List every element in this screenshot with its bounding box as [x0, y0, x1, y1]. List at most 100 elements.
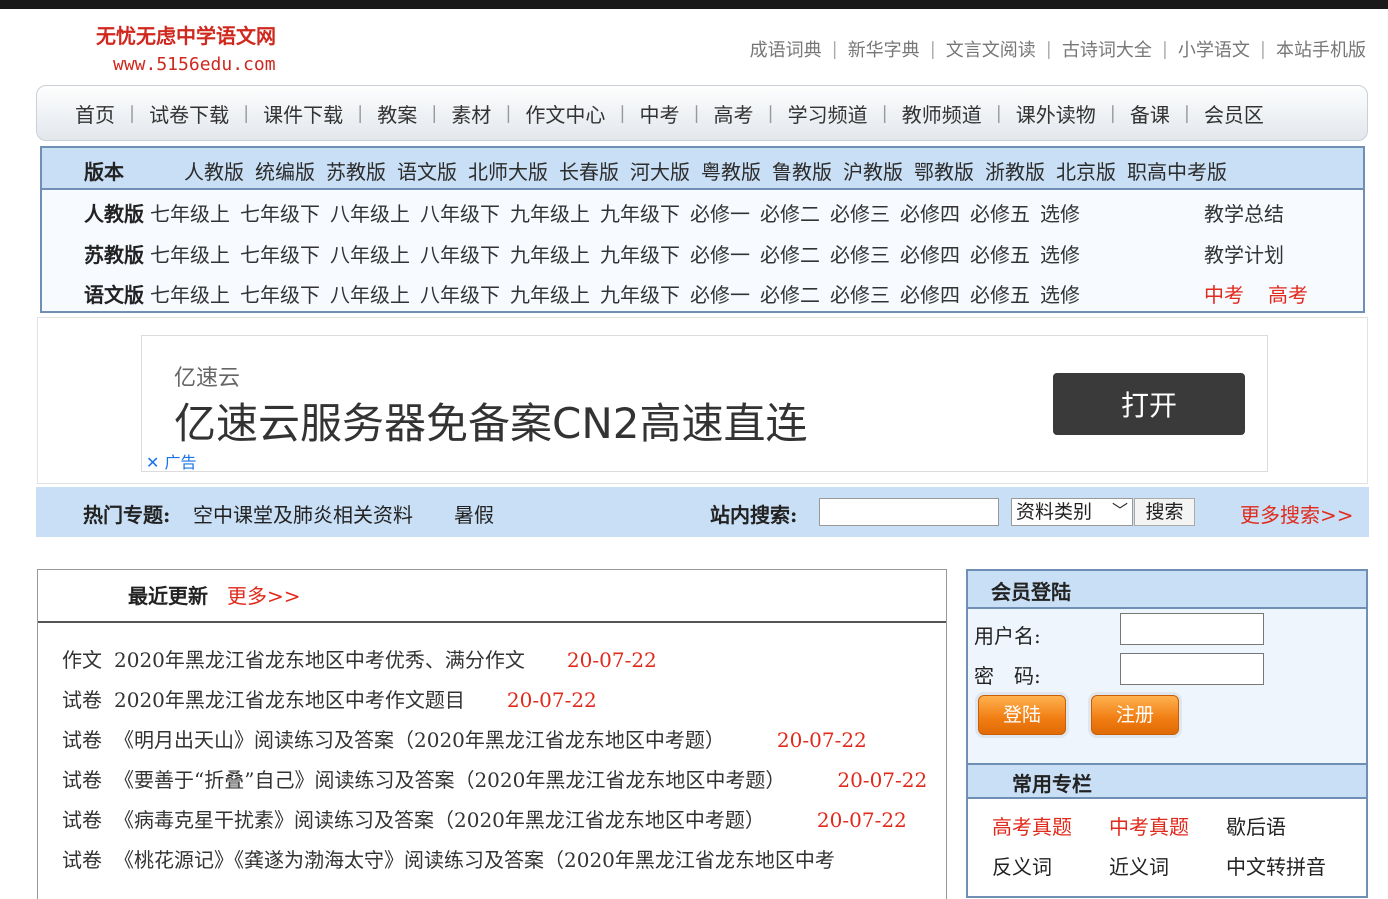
news-category[interactable]: 试卷 [62, 728, 102, 752]
extra-link[interactable]: 教学计划 [1204, 243, 1284, 267]
top-link[interactable]: 文言文阅读 [946, 36, 1036, 62]
username-input[interactable] [1120, 613, 1264, 645]
nav-item[interactable]: 高考 [714, 99, 754, 128]
version-link[interactable]: 河大版 [630, 160, 690, 184]
grade-link[interactable]: 必修一 [690, 202, 750, 226]
grade-link[interactable]: 必修三 [830, 202, 890, 226]
column-link[interactable]: 高考真题 [992, 811, 1109, 840]
news-title[interactable]: 2020年黑龙江省龙东地区中考优秀、满分作文 [114, 648, 525, 672]
version-link[interactable]: 人教版 [184, 160, 244, 184]
category-select[interactable]: 资料类别 ﹀ [1011, 498, 1133, 526]
nav-item[interactable]: 备课 [1130, 99, 1170, 128]
extra-link[interactable]: 中考 [1204, 283, 1244, 307]
nav-item[interactable]: 素材 [451, 99, 491, 128]
grade-link[interactable]: 必修二 [760, 243, 820, 267]
grade-link[interactable]: 必修二 [760, 202, 820, 226]
grade-link[interactable]: 七年级上 [150, 243, 230, 267]
grade-link[interactable]: 九年级下 [600, 202, 680, 226]
grade-link[interactable]: 必修一 [690, 243, 750, 267]
password-input[interactable] [1120, 653, 1264, 685]
grade-link[interactable]: 七年级下 [240, 243, 320, 267]
extra-link[interactable]: 教学总结 [1204, 202, 1284, 226]
version-link[interactable]: 鄂教版 [914, 160, 974, 184]
nav-item[interactable]: 首页 [75, 99, 115, 128]
ad-open-button[interactable]: 打开 [1053, 373, 1245, 435]
version-link[interactable]: 浙教版 [985, 160, 1045, 184]
top-link[interactable]: 古诗词大全 [1062, 36, 1152, 62]
grade-link[interactable]: 必修二 [760, 283, 820, 307]
nav-item[interactable]: 作文中心 [525, 99, 605, 128]
news-category[interactable]: 作文 [62, 648, 102, 672]
version-row-label[interactable]: 语文版 [84, 283, 144, 307]
nav-item[interactable]: 课外读物 [1016, 99, 1096, 128]
version-link[interactable]: 鲁教版 [772, 160, 832, 184]
version-link[interactable]: 沪教版 [843, 160, 903, 184]
grade-link[interactable]: 必修四 [900, 202, 960, 226]
grade-link[interactable]: 八年级下 [420, 202, 500, 226]
news-title[interactable]: 《病毒克星干扰素》阅读练习及答案（2020年黑龙江省龙东地区中考题） [114, 808, 765, 832]
version-link[interactable]: 北师大版 [468, 160, 548, 184]
top-link[interactable]: 新华字典 [848, 36, 920, 62]
grade-link[interactable]: 必修五 [970, 243, 1030, 267]
grade-link[interactable]: 选修 [1040, 243, 1080, 267]
grade-link[interactable]: 选修 [1040, 202, 1080, 226]
grade-link[interactable]: 选修 [1040, 283, 1080, 307]
news-category[interactable]: 试卷 [62, 808, 102, 832]
grade-link[interactable]: 八年级上 [330, 243, 410, 267]
column-link[interactable]: 中考真题 [1109, 811, 1226, 840]
news-title[interactable]: 《要善于“折叠”自己》阅读练习及答案（2020年黑龙江省龙东地区中考题） [114, 768, 785, 792]
column-link[interactable]: 近义词 [1109, 851, 1226, 880]
nav-item[interactable]: 中考 [639, 99, 679, 128]
grade-link[interactable]: 必修四 [900, 283, 960, 307]
ad-title[interactable]: 亿速云服务器免备案CN2高速直连 [174, 390, 807, 451]
site-logo-url[interactable]: www.5156edu.com [113, 54, 276, 75]
top-link[interactable]: 成语词典 [750, 36, 822, 62]
hot-topic-link[interactable]: 暑假 [454, 499, 494, 528]
version-link[interactable]: 苏教版 [326, 160, 386, 184]
top-link[interactable]: 小学语文 [1178, 36, 1250, 62]
site-logo-name[interactable]: 无忧无虑中学语文网 [96, 20, 276, 49]
version-row-label[interactable]: 苏教版 [84, 243, 144, 267]
grade-link[interactable]: 七年级下 [240, 283, 320, 307]
version-link[interactable]: 职高中考版 [1127, 160, 1227, 184]
ad-close[interactable]: ✕ 广告 [146, 449, 197, 473]
recent-updates-more[interactable]: 更多>> [227, 580, 301, 609]
hot-topic-link[interactable]: 空中课堂及肺炎相关资料 [193, 499, 413, 528]
top-link[interactable]: 本站手机版 [1276, 36, 1366, 62]
extra-link[interactable]: 高考 [1268, 283, 1308, 307]
nav-item[interactable]: 试卷下载 [149, 99, 229, 128]
grade-link[interactable]: 必修三 [830, 243, 890, 267]
grade-link[interactable]: 必修四 [900, 243, 960, 267]
more-search-link[interactable]: 更多搜索>> [1240, 499, 1354, 528]
grade-link[interactable]: 八年级上 [330, 202, 410, 226]
grade-link[interactable]: 九年级下 [600, 243, 680, 267]
grade-link[interactable]: 八年级上 [330, 283, 410, 307]
grade-link[interactable]: 九年级上 [510, 283, 590, 307]
grade-link[interactable]: 七年级上 [150, 283, 230, 307]
nav-item[interactable]: 课件下载 [263, 99, 343, 128]
version-link[interactable]: 统编版 [255, 160, 315, 184]
nav-item[interactable]: 学习频道 [788, 99, 868, 128]
grade-link[interactable]: 必修三 [830, 283, 890, 307]
news-category[interactable]: 试卷 [62, 688, 102, 712]
grade-link[interactable]: 七年级下 [240, 202, 320, 226]
version-link[interactable]: 语文版 [397, 160, 457, 184]
grade-link[interactable]: 九年级上 [510, 243, 590, 267]
column-link[interactable]: 反义词 [992, 851, 1109, 880]
grade-link[interactable]: 九年级下 [600, 283, 680, 307]
nav-item[interactable]: 教案 [377, 99, 417, 128]
grade-link[interactable]: 七年级上 [150, 202, 230, 226]
nav-item[interactable]: 教师频道 [902, 99, 982, 128]
search-button[interactable]: 搜索 [1134, 498, 1195, 526]
column-link[interactable]: 中文转拼音 [1226, 851, 1343, 880]
grade-link[interactable]: 八年级下 [420, 283, 500, 307]
news-category[interactable]: 试卷 [62, 848, 102, 872]
register-button[interactable]: 注册 [1091, 695, 1179, 735]
version-link[interactable]: 粤教版 [701, 160, 761, 184]
column-link[interactable]: 歇后语 [1226, 811, 1343, 840]
grade-link[interactable]: 必修五 [970, 202, 1030, 226]
version-row-label[interactable]: 人教版 [84, 202, 144, 226]
login-button[interactable]: 登陆 [978, 695, 1066, 735]
grade-link[interactable]: 必修一 [690, 283, 750, 307]
ad-banner[interactable]: 亿速云 亿速云服务器免备案CN2高速直连 打开 ✕ 广告 [141, 335, 1268, 472]
